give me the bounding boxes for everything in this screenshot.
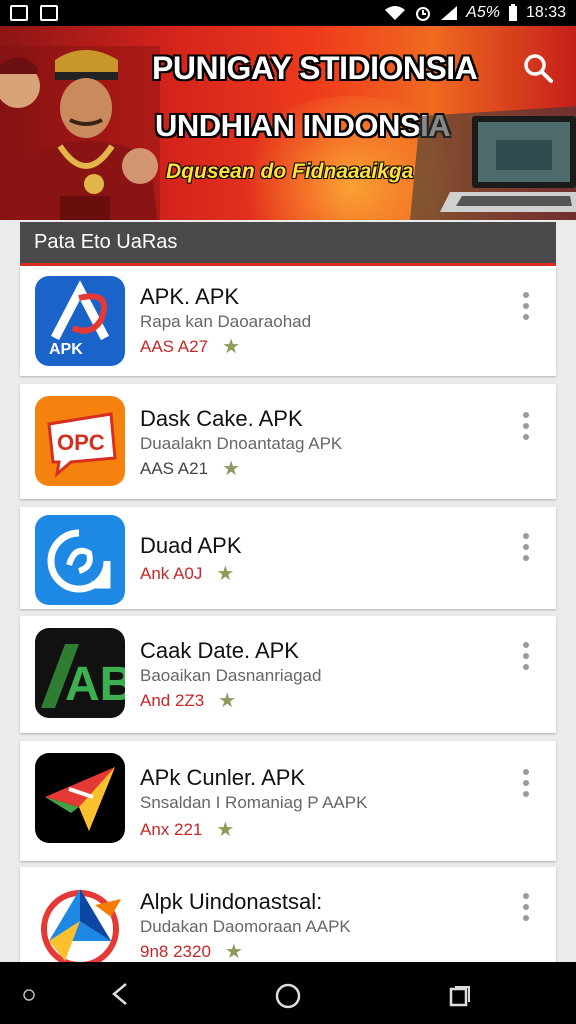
star-icon: ★	[222, 458, 240, 480]
navigation-bar	[0, 962, 576, 1024]
app-meta: AAS A27 ★	[140, 334, 240, 359]
app-meta: 9n8 2320 ★	[140, 939, 243, 964]
app-meta: AAS A21 ★	[140, 456, 240, 481]
star-icon: ★	[216, 819, 235, 841]
app-meta-text: AAS A21	[140, 458, 209, 478]
clock: 18:33	[525, 4, 566, 21]
overflow-menu-icon[interactable]	[522, 642, 530, 670]
app-meta: And 2Z3 ★	[140, 688, 236, 713]
paper-plane-icon	[35, 753, 125, 843]
back-icon[interactable]	[110, 982, 130, 1006]
app-subtitle: Rapa kan Daoaraohad	[140, 312, 312, 331]
promo-banner[interactable]: PUNIGAY STIDIONSIA UNDHIAN INDONSIA Dqus…	[0, 26, 576, 220]
swirl-icon	[35, 515, 125, 605]
app-meta-text: Anx 221	[140, 819, 203, 839]
banner-title-line2: UNDHIAN INDONSIA	[155, 108, 451, 143]
overflow-menu-icon[interactable]	[522, 533, 530, 561]
photo-notification-icon	[40, 5, 58, 21]
app-title: Caak Date. APK	[140, 638, 299, 663]
overflow-menu-icon[interactable]	[522, 769, 530, 797]
app-meta: Anx 221 ★	[140, 817, 234, 842]
app-card-caak-date[interactable]: AB Caak Date. APK Baoaikan Dasnanriagad …	[20, 616, 556, 733]
app-card-apk-cunler[interactable]: APk Cunler. APK Snsaldan I Romaniag P AA…	[20, 741, 556, 861]
app-meta: Ank A0J ★	[140, 561, 234, 586]
banner-subtitle: Dqusean do Fidnaaaikga	[166, 160, 414, 183]
app-card-dask-cake[interactable]: OPC Dask Cake. APK Duaalakn Dnoantatag A…	[20, 384, 556, 499]
app-title: APK. APK	[140, 284, 240, 309]
ab-logo-icon: AB	[35, 628, 125, 718]
app-subtitle: Snsaldan I Romaniag P AAPK	[140, 793, 368, 812]
list-header: Pata Eto UaRas	[20, 222, 556, 266]
star-icon: ★	[222, 336, 240, 358]
apk-logo-icon: APK	[35, 276, 125, 366]
app-title: Duad APK	[140, 533, 242, 558]
gallery-notification-icon	[10, 5, 28, 21]
assistant-icon[interactable]	[22, 988, 36, 1002]
app-card-duad[interactable]: Duad APK Ank A0J ★	[20, 507, 556, 609]
app-meta-text: AAS A27	[140, 336, 209, 356]
apk-icon-label: APK	[49, 341, 83, 358]
app-meta-text: 9n8 2320	[140, 941, 211, 961]
app-card-apk[interactable]: APK APK. APK Rapa kan Daoaraohad AAS A27…	[20, 266, 556, 376]
search-icon[interactable]	[520, 50, 556, 86]
battery-icon	[508, 4, 517, 21]
overflow-menu-icon[interactable]	[522, 292, 530, 320]
home-icon[interactable]	[274, 982, 302, 1010]
app-meta-text: Ank A0J	[140, 563, 203, 583]
star-icon: ★	[216, 563, 235, 585]
app-subtitle: Baoaikan Dasnanriagad	[140, 666, 322, 685]
officer-illustration	[0, 46, 160, 220]
star-icon: ★	[218, 690, 237, 712]
opc-icon-label: OPC	[57, 430, 105, 455]
opc-chat-icon: OPC	[35, 396, 125, 486]
app-meta-text: And 2Z3	[140, 690, 205, 710]
app-title: Dask Cake. APK	[140, 406, 303, 431]
battery-percent: A5%	[466, 4, 500, 21]
alarm-icon	[416, 7, 431, 21]
ab-icon-label: AB	[65, 658, 125, 711]
signal-icon	[441, 6, 458, 20]
app-title: Alpk Uindonastsal:	[140, 889, 323, 914]
app-title: APk Cunler. APK	[140, 765, 306, 790]
recents-icon[interactable]	[448, 984, 472, 1008]
wifi-icon	[385, 6, 406, 20]
overflow-menu-icon[interactable]	[522, 412, 530, 440]
status-bar: A5% 18:33	[0, 0, 576, 26]
app-subtitle: Duaalakn Dnoantatag APK	[140, 434, 343, 453]
compass-star-icon	[35, 881, 125, 971]
banner-title-line1: PUNIGAY STIDIONSIA	[152, 50, 478, 86]
laptop-illustration	[410, 106, 576, 220]
app-subtitle: Dudakan Daomoraan AAPK	[140, 917, 351, 936]
overflow-menu-icon[interactable]	[522, 893, 530, 921]
star-icon: ★	[224, 941, 243, 963]
